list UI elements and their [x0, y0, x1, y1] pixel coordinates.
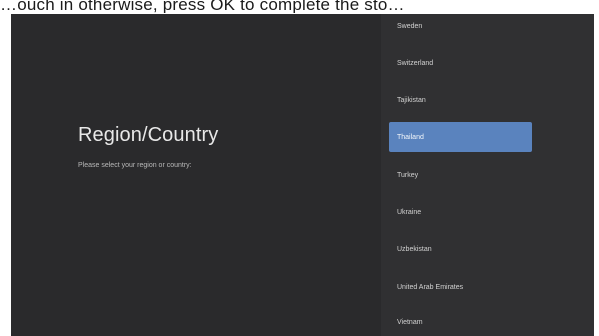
tv-screen: Region/Country Please select your region…: [11, 14, 594, 336]
country-item-sweden[interactable]: Sweden: [389, 14, 532, 41]
country-item-thailand[interactable]: Thailand: [389, 122, 532, 152]
info-panel: Region/Country Please select your region…: [11, 14, 381, 336]
country-item-turkey[interactable]: Turkey: [389, 160, 532, 190]
country-item-vietnam[interactable]: Vietnam: [389, 307, 532, 336]
top-caption-text: …ouch in otherwise, press OK to complete…: [0, 0, 405, 13]
country-list[interactable]: Sweden Switzerland Tajikistan Thailand T…: [381, 14, 594, 336]
country-item-united-arab-emirates[interactable]: United Arab Emirates: [389, 272, 532, 302]
country-item-uzbekistan[interactable]: Uzbekistan: [389, 234, 532, 264]
country-item-ukraine[interactable]: Ukraine: [389, 197, 532, 227]
page: …ouch in otherwise, press OK to complete…: [0, 0, 599, 336]
page-title: Region/Country: [78, 124, 219, 146]
country-item-switzerland[interactable]: Switzerland: [389, 48, 532, 78]
page-subtitle: Please select your region or country:: [78, 162, 192, 169]
country-item-tajikistan[interactable]: Tajikistan: [389, 85, 532, 115]
